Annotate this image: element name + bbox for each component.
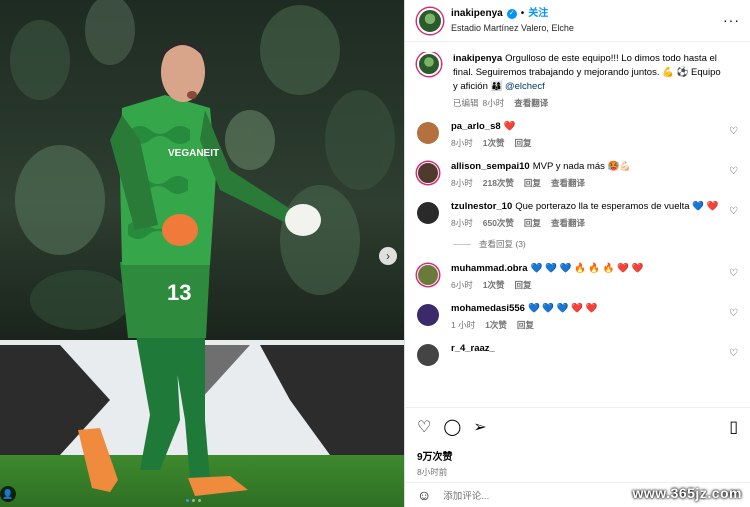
author-avatar[interactable]	[417, 52, 441, 76]
comment-item: r_4_raaz_ ♡	[417, 342, 738, 366]
see-translation-link[interactable]: 查看翻译	[551, 177, 585, 189]
reply-button[interactable]: 回复	[514, 279, 531, 291]
comment-username[interactable]: muhammad.obra	[451, 263, 528, 274]
share-send-icon[interactable]: ➢	[473, 417, 486, 437]
add-comment-input[interactable]: 添加评论...	[443, 488, 489, 502]
comment-username[interactable]: pa_arlo_s8	[451, 121, 501, 132]
like-comment-heart-icon[interactable]: ♡	[729, 348, 738, 359]
reply-button[interactable]: 回复	[524, 217, 541, 229]
comment-time: 6小时	[451, 280, 473, 290]
reply-button[interactable]: 回复	[517, 319, 534, 331]
post-header: inakipenya ✓ • 关注 Estadio Martínez Valer…	[405, 0, 750, 42]
watermark: www.365jz.com	[632, 485, 742, 501]
carousel-dot	[198, 499, 201, 502]
goalkeeper-celebration-image: 13 VEGANEIT	[0, 0, 404, 507]
caption-username[interactable]: inakipenya	[453, 53, 502, 64]
comment-item: muhammad.obra 💙 💙 💙 🔥 🔥 🔥 ❤️ ❤️ 6小时 1次赞 回复 …	[417, 262, 738, 291]
see-translation-link[interactable]: 查看翻译	[514, 97, 548, 109]
comment-time: 8小时	[451, 178, 473, 188]
commenter-avatar[interactable]	[417, 162, 439, 184]
caption-edited: 已编辑	[453, 98, 479, 108]
comment-text: 💙 💙 💙 🔥 🔥 🔥 ❤️ ❤️	[530, 263, 644, 274]
post-actions: ♡ ◯ ➢ ▯ 9万次赞 8小时前	[405, 407, 750, 478]
carousel-dot	[186, 499, 189, 502]
verified-badge-icon: ✓	[506, 8, 517, 19]
comment-text: MVP y nada más 🥵💪🏻	[532, 161, 632, 172]
like-heart-icon[interactable]: ♡	[417, 417, 431, 437]
carousel-next-button[interactable]: ›	[379, 247, 397, 265]
view-replies-label[interactable]: 查看回复 (3)	[479, 238, 526, 250]
emoji-picker-icon[interactable]: ☺	[417, 487, 431, 503]
comment-item: allison_sempai10 MVP y nada más 🥵💪🏻 8小时 21…	[417, 160, 738, 189]
view-replies-link[interactable]: 查看回复 (3)	[453, 238, 738, 250]
comment-item: pa_arlo_s8 ❤️ 8小时 1次赞 回复 ♡	[417, 120, 738, 149]
commenter-avatar[interactable]	[417, 304, 439, 326]
carousel-dot	[192, 499, 195, 502]
post-photo[interactable]: 13 VEGANEIT › 👤	[0, 0, 404, 507]
caption: inakipenya Orgulloso de este equipo!!! Lo…	[417, 52, 738, 109]
comment-likes[interactable]: 218次赞	[483, 177, 514, 189]
commenter-avatar[interactable]	[417, 202, 439, 224]
more-options-icon[interactable]: ···	[723, 12, 740, 28]
like-comment-heart-icon[interactable]: ♡	[729, 308, 738, 319]
comments-list[interactable]: inakipenya Orgulloso de este equipo!!! Lo…	[405, 52, 750, 407]
comment-text: 💙 💙 💙 ❤️ ❤️	[527, 303, 598, 314]
comment-time: 8小时	[451, 138, 473, 148]
comment-likes[interactable]: 1次赞	[485, 319, 507, 331]
see-translation-link[interactable]: 查看翻译	[551, 217, 585, 229]
comment-text: ❤️	[503, 121, 516, 132]
comment-username[interactable]: tzulnestor_10	[451, 201, 512, 212]
carousel-dots	[186, 499, 201, 502]
like-comment-heart-icon[interactable]: ♡	[729, 206, 738, 217]
post-time: 8小时前	[417, 467, 448, 477]
commenter-avatar[interactable]	[417, 344, 439, 366]
likes-count[interactable]: 9万次赞	[417, 448, 738, 463]
comment-likes[interactable]: 1次赞	[483, 137, 505, 149]
jersey-sponsor: VEGANEIT	[168, 148, 219, 159]
post-location[interactable]: Estadio Martínez Valero, Elche	[451, 21, 574, 35]
comment-username[interactable]: allison_sempai10	[451, 161, 530, 172]
comment-username[interactable]: r_4_raaz_	[451, 343, 495, 354]
comment-item: tzulnestor_10 Que porterazo lla te espera…	[417, 200, 738, 229]
caption-mention[interactable]: @elchecf	[505, 81, 545, 92]
comment-text: Que porterazo lla te esperamos de vuelta…	[515, 201, 719, 212]
caption-time: 8小时	[482, 98, 505, 108]
like-comment-heart-icon[interactable]: ♡	[729, 126, 738, 137]
commenter-avatar[interactable]	[417, 264, 439, 286]
reply-button[interactable]: 回复	[524, 177, 541, 189]
comment-likes[interactable]: 650次赞	[483, 217, 514, 229]
comment-bubble-icon[interactable]: ◯	[443, 417, 461, 437]
comment-item: mohamedasi556 💙 💙 💙 ❤️ ❤️ 1 小时 1次赞 回复 ♡	[417, 302, 738, 331]
tagged-user-icon[interactable]: 👤	[0, 486, 16, 502]
comment-username[interactable]: mohamedasi556	[451, 303, 525, 314]
like-comment-heart-icon[interactable]: ♡	[729, 268, 738, 279]
commenter-avatar[interactable]	[417, 122, 439, 144]
divider	[453, 243, 471, 245]
comment-time: 1 小时	[451, 320, 476, 330]
like-comment-heart-icon[interactable]: ♡	[729, 166, 738, 177]
comment-time: 8小时	[451, 218, 473, 228]
comment-likes[interactable]: 1次赞	[483, 279, 505, 291]
jersey-number: 13	[167, 280, 191, 305]
post-detail-panel: inakipenya ✓ • 关注 Estadio Martínez Valer…	[404, 0, 750, 507]
follow-button[interactable]: 关注	[528, 7, 548, 21]
author-username[interactable]: inakipenya	[451, 7, 503, 21]
author-avatar[interactable]	[417, 7, 443, 34]
save-bookmark-icon[interactable]: ▯	[729, 417, 738, 437]
reply-button[interactable]: 回复	[514, 137, 531, 149]
